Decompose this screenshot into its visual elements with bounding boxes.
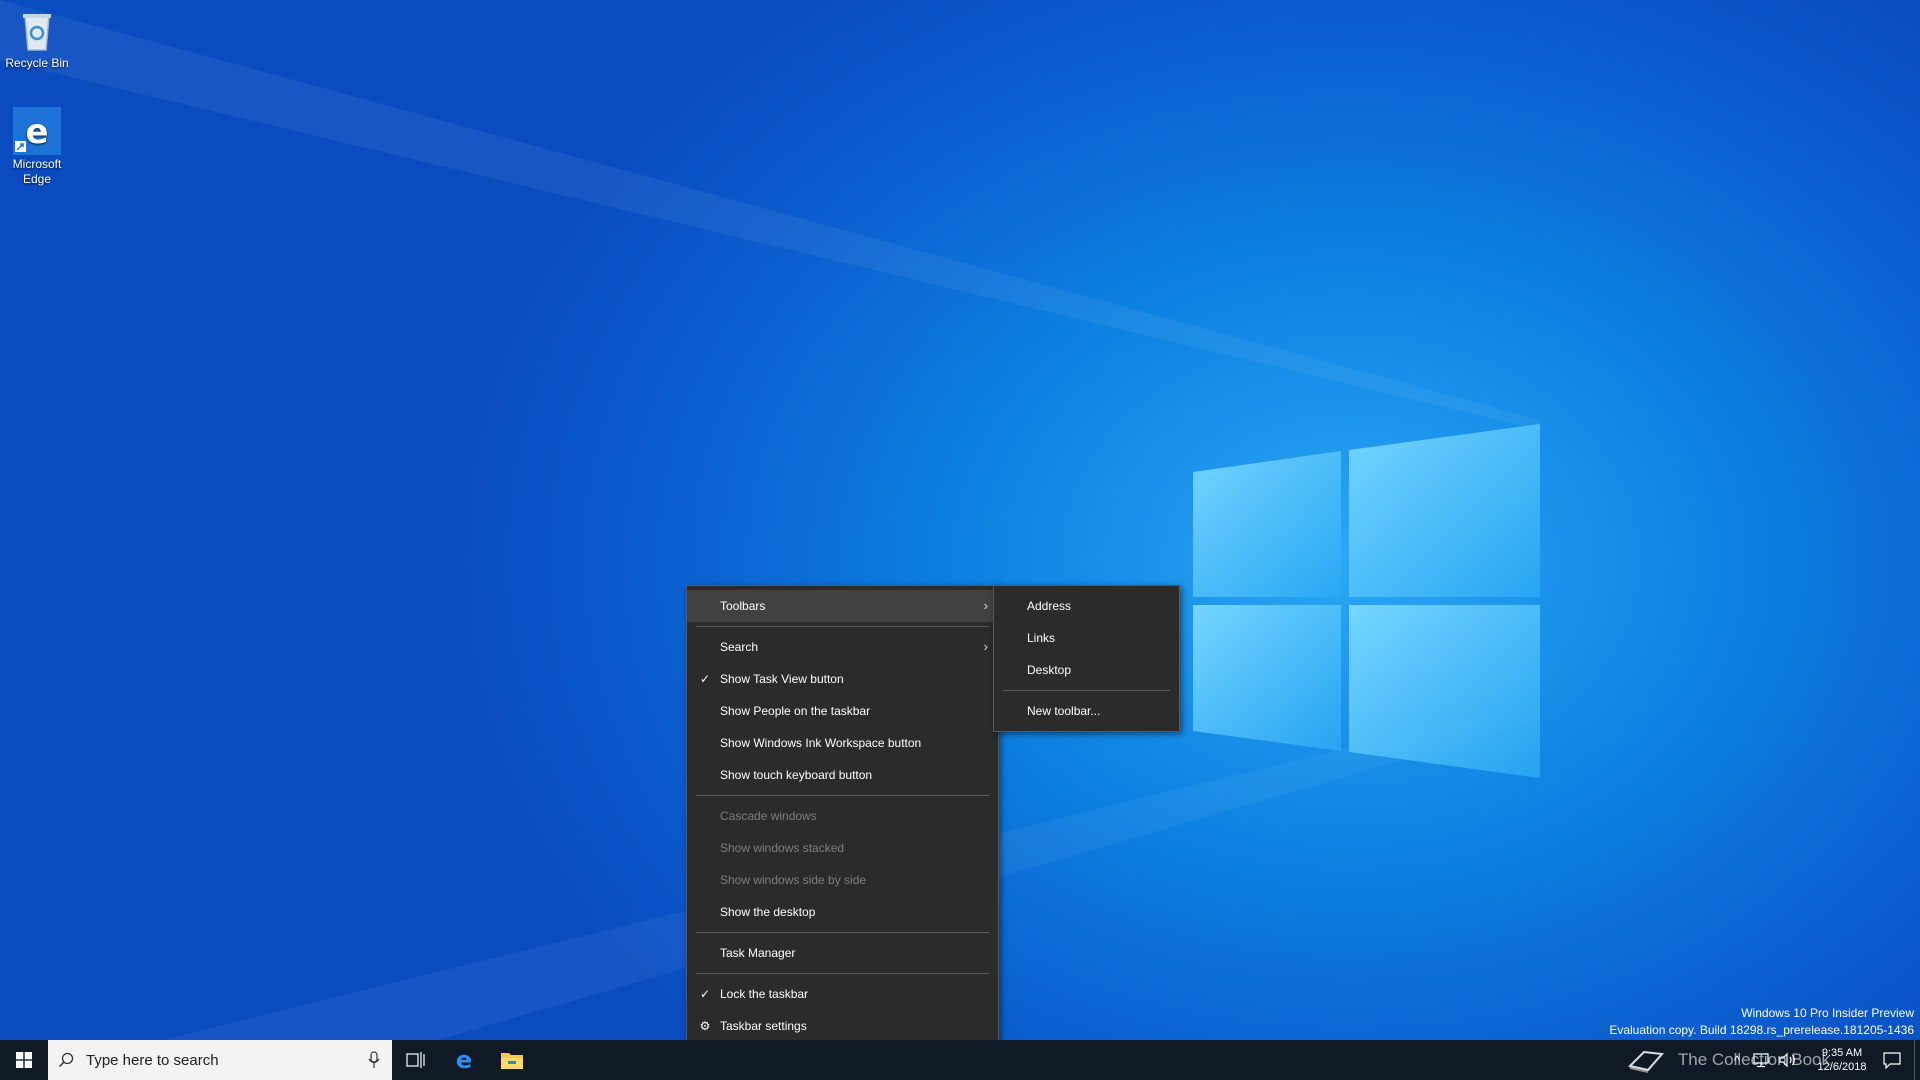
menu-item-label: Desktop <box>1027 663 1072 677</box>
menu-separator <box>696 626 989 627</box>
menu-item-task-manager[interactable]: Task Manager <box>687 937 998 969</box>
desktop-icon-microsoft-edge[interactable]: e Microsoft Edge <box>0 107 74 187</box>
menu-item-label: Show windows side by side <box>720 873 867 887</box>
menu-item-label: Links <box>1027 631 1056 645</box>
watermark-book-icon <box>1627 1050 1664 1073</box>
menu-item-search[interactable]: Search › <box>687 631 998 663</box>
menu-item-lock-taskbar[interactable]: ✓ Lock the taskbar <box>687 978 998 1010</box>
submenu-item-desktop[interactable]: Desktop <box>994 654 1179 686</box>
svg-text:e: e <box>25 112 48 152</box>
menu-item-show-task-view[interactable]: ✓ Show Task View button <box>687 663 998 695</box>
menu-item-label: Show Windows Ink Workspace button <box>720 736 922 750</box>
menu-item-label: Address <box>1027 599 1072 613</box>
menu-item-label: Lock the taskbar <box>720 987 809 1001</box>
menu-item-windows-side-by-side: Show windows side by side <box>687 864 998 896</box>
menu-item-show-people[interactable]: Show People on the taskbar <box>687 695 998 727</box>
watermark-line-1: Windows 10 Pro Insider Preview <box>1741 1006 1914 1020</box>
submenu-item-new-toolbar[interactable]: New toolbar... <box>994 695 1179 727</box>
menu-separator <box>696 932 989 933</box>
windows-logo-icon <box>16 1052 32 1068</box>
menu-item-label: Show windows stacked <box>720 841 845 855</box>
menu-item-show-touch-keyboard[interactable]: Show touch keyboard button <box>687 759 998 791</box>
menu-item-label: Show Task View button <box>720 672 844 686</box>
menu-separator <box>1003 690 1170 691</box>
watermark-brand: The Collection Book <box>1677 1050 1830 1069</box>
gear-icon: ⚙ <box>699 1019 711 1033</box>
menu-separator <box>696 973 989 974</box>
menu-item-label: New toolbar... <box>1027 704 1101 718</box>
file-explorer-icon <box>501 1053 523 1069</box>
menu-item-windows-stacked: Show windows stacked <box>687 832 998 864</box>
recycle-bin-icon <box>23 14 51 51</box>
show-desktop-strip[interactable] <box>1914 1040 1920 1080</box>
menu-item-label: Show the desktop <box>720 905 816 919</box>
watermark-line-2: Evaluation copy. Build 18298.rs_prerelea… <box>1609 1023 1914 1037</box>
menu-item-cascade-windows: Cascade windows <box>687 800 998 832</box>
chevron-right-icon: › <box>983 639 988 654</box>
action-center-icon[interactable] <box>1882 1051 1902 1069</box>
task-view-button[interactable] <box>392 1040 440 1080</box>
menu-item-label: Taskbar settings <box>720 1019 807 1033</box>
svg-text:e: e <box>456 1048 472 1072</box>
microphone-icon[interactable] <box>368 1051 380 1069</box>
checkmark-icon: ✓ <box>699 987 711 1001</box>
edge-icon: e <box>456 1048 472 1072</box>
desktop-icon-label: Microsoft Edge <box>12 157 62 186</box>
edge-icon: e <box>13 107 61 155</box>
menu-item-label: Toolbars <box>720 599 766 613</box>
system-tray: The Collection Book ^ 9:35 AM 12/6/2018 <box>1626 1040 1920 1080</box>
menu-item-label: Show People on the taskbar <box>720 704 871 718</box>
chevron-right-icon: › <box>983 598 988 613</box>
menu-item-show-ink-workspace[interactable]: Show Windows Ink Workspace button <box>687 727 998 759</box>
search-placeholder: Type here to search <box>86 1051 219 1069</box>
checkmark-icon: ✓ <box>699 672 711 686</box>
menu-separator <box>696 795 989 796</box>
submenu-item-address[interactable]: Address <box>994 590 1179 622</box>
menu-item-label: Show touch keyboard button <box>720 768 873 782</box>
menu-item-label: Task Manager <box>720 946 796 960</box>
desktop-icon-recycle-bin[interactable]: Recycle Bin <box>0 6 74 71</box>
menu-item-show-desktop[interactable]: Show the desktop <box>687 896 998 928</box>
taskbar: Type here to search e The Collection Boo… <box>0 1040 1920 1080</box>
menu-item-label: Search <box>720 640 759 654</box>
evaluation-watermark: Windows 10 Pro Insider Preview Evaluatio… <box>1609 1005 1914 1039</box>
taskbar-file-explorer-button[interactable] <box>488 1040 536 1080</box>
search-icon <box>58 1052 74 1068</box>
menu-item-taskbar-settings[interactable]: ⚙ Taskbar settings <box>687 1010 998 1042</box>
start-button[interactable] <box>0 1040 48 1080</box>
desktop-icon-label: Recycle Bin <box>5 56 69 70</box>
taskbar-edge-button[interactable]: e <box>440 1040 488 1080</box>
menu-item-toolbars[interactable]: Toolbars › <box>687 590 998 622</box>
taskbar-search-box[interactable]: Type here to search <box>48 1040 392 1080</box>
submenu-item-links[interactable]: Links <box>994 622 1179 654</box>
taskbar-context-menu: Toolbars › Search › ✓ Show Task View but… <box>686 585 999 1047</box>
toolbars-submenu: Address Links Desktop New toolbar... <box>993 585 1180 732</box>
task-view-icon <box>406 1052 425 1068</box>
windows-logo-graphic <box>1193 424 1540 778</box>
menu-item-label: Cascade windows <box>720 809 817 823</box>
